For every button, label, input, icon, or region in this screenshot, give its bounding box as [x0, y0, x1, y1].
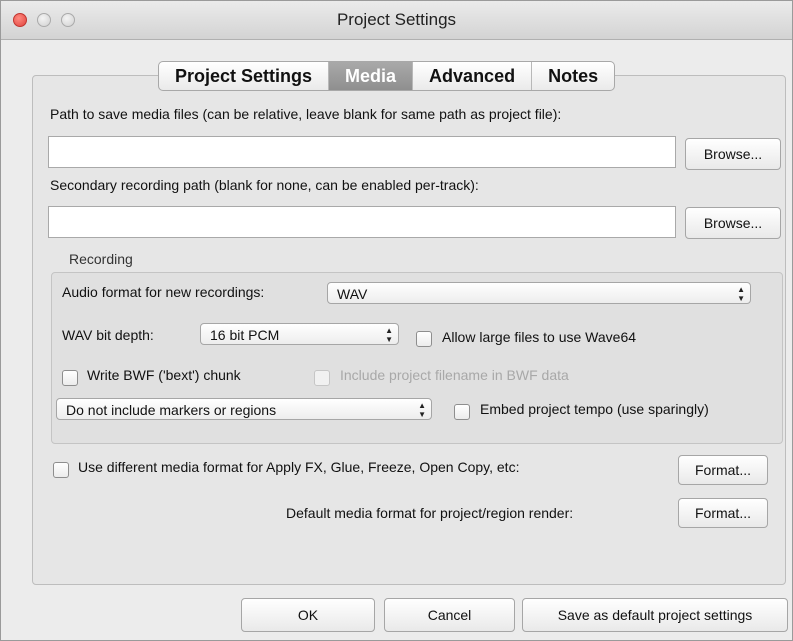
embed-tempo-checkbox[interactable] [454, 404, 470, 420]
title-bar[interactable]: Project Settings [1, 1, 792, 40]
format-button-apply-fx[interactable]: Format... [678, 455, 768, 485]
markers-value: Do not include markers or regions [66, 402, 277, 418]
save-default-settings-button[interactable]: Save as default project settings [522, 598, 788, 632]
tab-bar: Project Settings Media Advanced Notes [158, 61, 616, 91]
markers-select[interactable]: Do not include markers or regions ▲ ▼ [56, 398, 432, 420]
embed-tempo-label: Embed project tempo (use sparingly) [480, 401, 709, 417]
media-path-input[interactable] [48, 136, 676, 168]
audio-format-select[interactable]: WAV ▲ ▼ [327, 282, 751, 304]
recording-group-label: Recording [69, 251, 133, 267]
different-format-label: Use different media format for Apply FX,… [78, 459, 520, 475]
include-filename-label: Include project filename in BWF data [340, 367, 569, 383]
tab-advanced[interactable]: Advanced [413, 62, 533, 90]
tab-project-settings[interactable]: Project Settings [159, 62, 330, 90]
tab-media[interactable]: Media [329, 62, 414, 90]
wave64-label: Allow large files to use Wave64 [442, 329, 637, 345]
select-arrows-icon: ▲ ▼ [385, 326, 393, 344]
bit-depth-select[interactable]: 16 bit PCM ▲ ▼ [200, 323, 399, 345]
cancel-button[interactable]: Cancel [384, 598, 515, 632]
ok-button[interactable]: OK [241, 598, 375, 632]
bwf-checkbox[interactable] [62, 370, 78, 386]
bwf-label: Write BWF ('bext') chunk [87, 367, 241, 383]
browse-media-path-button[interactable]: Browse... [685, 138, 781, 170]
different-format-checkbox[interactable] [53, 462, 69, 478]
bit-depth-value: 16 bit PCM [210, 327, 280, 343]
media-path-label: Path to save media files (can be relativ… [50, 106, 562, 122]
default-format-label: Default media format for project/region … [286, 505, 574, 521]
secondary-path-label: Secondary recording path (blank for none… [50, 177, 479, 193]
include-filename-checkbox [314, 370, 330, 386]
audio-format-value: WAV [337, 286, 368, 302]
browse-secondary-path-button[interactable]: Browse... [685, 207, 781, 239]
secondary-path-input[interactable] [48, 206, 676, 238]
format-button-default[interactable]: Format... [678, 498, 768, 528]
select-arrows-icon: ▲ ▼ [418, 401, 426, 419]
select-arrows-icon: ▲ ▼ [737, 285, 745, 303]
bit-depth-label: WAV bit depth: [62, 327, 154, 343]
project-settings-window: Project Settings Project Settings Media … [0, 0, 793, 641]
wave64-checkbox[interactable] [416, 331, 432, 347]
tab-notes[interactable]: Notes [532, 62, 614, 90]
audio-format-label: Audio format for new recordings: [62, 284, 265, 300]
window-title: Project Settings [336, 10, 457, 29]
